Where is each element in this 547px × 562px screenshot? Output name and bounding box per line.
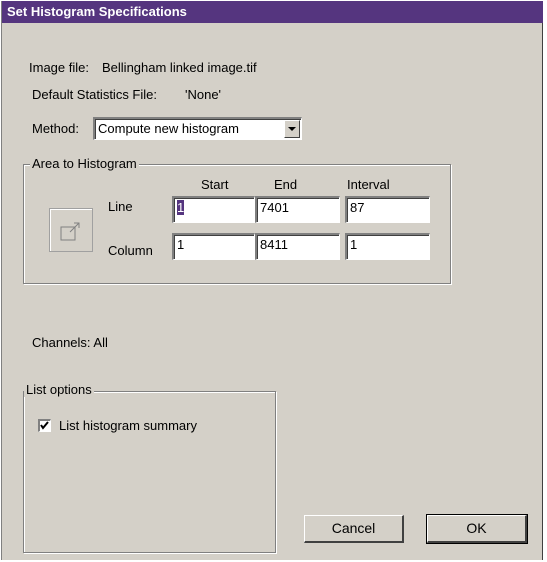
image-file-label: Image file: [29, 60, 89, 75]
area-select-icon[interactable] [49, 208, 93, 252]
channels-text: Channels: All [32, 335, 108, 350]
line-label: Line [108, 199, 133, 214]
column-interval-input[interactable]: 1 [345, 233, 430, 260]
list-options-label: List options [24, 382, 94, 397]
ok-button[interactable]: OK [426, 514, 528, 544]
list-options-group [23, 391, 276, 553]
header-start: Start [201, 177, 229, 192]
chevron-down-icon[interactable] [284, 120, 300, 138]
checkmark-icon [40, 421, 49, 430]
column-label: Column [108, 243, 153, 258]
title-bar[interactable]: Set Histogram Specifications [2, 1, 543, 23]
method-label: Method: [32, 121, 79, 136]
window-edge [542, 23, 543, 560]
method-dropdown[interactable]: Compute new histogram [93, 117, 302, 140]
column-start-input[interactable]: 1 [172, 233, 255, 260]
method-selected-value: Compute new histogram [98, 121, 239, 136]
header-interval: Interval [347, 177, 390, 192]
column-end-input[interactable]: 8411 [255, 233, 340, 260]
line-end-input[interactable]: 7401 [255, 196, 340, 223]
area-group-label: Area to Histogram [30, 156, 139, 171]
list-summary-label[interactable]: List histogram summary [59, 418, 197, 433]
list-summary-checkbox[interactable] [38, 419, 51, 432]
histogram-dialog: Set Histogram Specifications Image file:… [1, 1, 543, 560]
line-interval-input[interactable]: 87 [345, 196, 430, 223]
stats-file-label: Default Statistics File: [32, 87, 157, 102]
line-start-input[interactable]: 1 [172, 196, 255, 223]
stats-file-value: 'None' [185, 87, 222, 102]
header-end: End [274, 177, 298, 192]
dialog-title: Set Histogram Specifications [7, 4, 187, 19]
cancel-button[interactable]: Cancel [304, 515, 404, 543]
image-file-value: Bellingham linked image.tif [102, 60, 257, 75]
